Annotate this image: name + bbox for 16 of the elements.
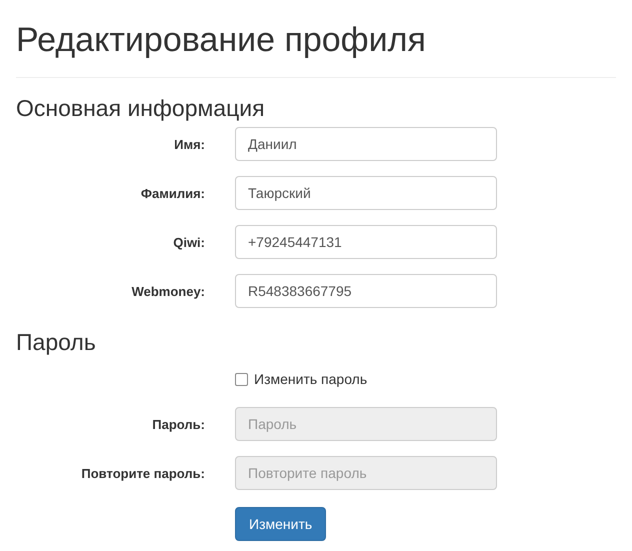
field-label: Имя: [173, 136, 206, 152]
section-heading: Пароль [16, 330, 97, 356]
text-field[interactable]: +79245447131 [235, 225, 497, 260]
field-label: Webmoney: [130, 284, 206, 299]
text-field[interactable]: R548383667795 [235, 274, 497, 308]
section-heading: Основная информация [16, 96, 266, 122]
field-label: Повторите пароль: [80, 466, 206, 481]
text-field[interactable]: Таюрский [235, 176, 497, 210]
text-field[interactable]: Даниил [235, 127, 497, 162]
checkbox-label: Изменить пароль [254, 371, 368, 388]
checkbox[interactable] [235, 372, 248, 386]
page-title: Редактирование профиля [16, 0, 616, 78]
submit-button[interactable]: Изменить [235, 507, 326, 542]
field-label: Qiwi: [172, 234, 206, 250]
field-label: Пароль: [151, 416, 206, 432]
field-label: Фамилия: [140, 186, 206, 201]
